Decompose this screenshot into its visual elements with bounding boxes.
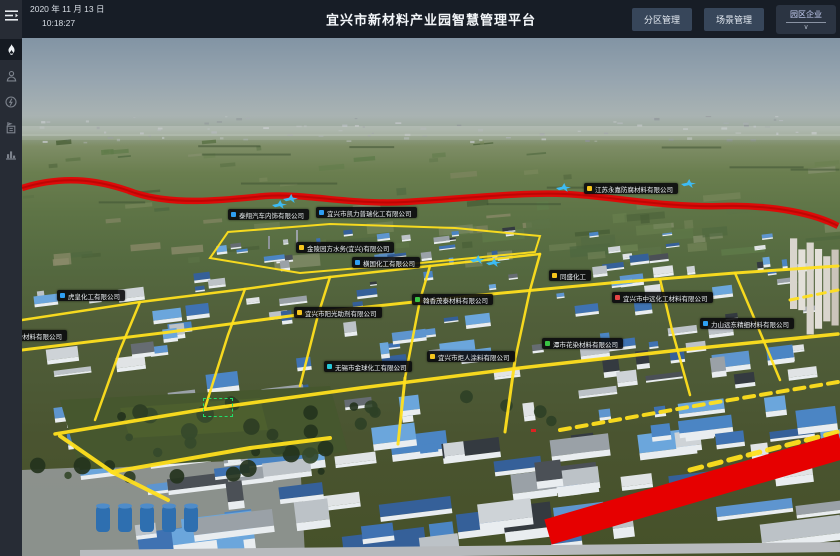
company-label[interactable]: 力山远东精细材料有限公司 xyxy=(700,318,794,329)
selection-box xyxy=(203,398,233,417)
chevron-down-icon: ∨ xyxy=(803,24,808,32)
company-marker-icon xyxy=(231,212,236,217)
company-marker-icon xyxy=(299,245,304,250)
building-tool-button[interactable] xyxy=(0,117,22,138)
company-label[interactable]: 宜兴市凯力普瑞化工有限公司 xyxy=(316,207,417,218)
company-marker-icon xyxy=(587,186,592,191)
date-text: 2020 年 11 月 13 日 xyxy=(30,4,105,15)
left-toolbar xyxy=(0,0,22,556)
building-icon xyxy=(5,122,17,134)
company-label[interactable]: 虎皇化工有限公司 xyxy=(57,290,125,301)
time-text: 10:18:27 xyxy=(42,18,105,29)
company-marker-icon xyxy=(415,297,420,302)
app-window: 2020 年 11 月 13 日 10:18:27 宜兴市新材料产业园智慧管理平… xyxy=(0,0,840,556)
company-label[interactable]: 无锡市金球化工有限公司 xyxy=(324,361,412,372)
company-marker-icon xyxy=(545,341,550,346)
company-marker-icon xyxy=(60,293,65,298)
bar-chart-icon xyxy=(5,148,17,160)
company-marker-icon xyxy=(297,310,302,315)
bar-chart-tool-button[interactable] xyxy=(0,143,22,164)
dropdown-label: 园区企业 xyxy=(786,8,826,23)
energy-tool-button[interactable] xyxy=(0,91,22,112)
page-title: 宜兴市新材料产业园智慧管理平台 xyxy=(326,10,536,29)
company-label[interactable]: 潭市花染材料有限公司 xyxy=(542,338,623,349)
park-enterprises-dropdown[interactable]: 园区企业 ∨ xyxy=(776,5,836,34)
user-tool-button[interactable] xyxy=(0,65,22,86)
company-label[interactable]: 宜兴市阳光助剂有限公司 xyxy=(294,307,382,318)
top-header: 2020 年 11 月 13 日 10:18:27 宜兴市新材料产业园智慧管理平… xyxy=(22,0,840,38)
company-label[interactable]: 同盛化工 xyxy=(549,270,591,281)
company-marker-icon xyxy=(552,273,557,278)
user-icon xyxy=(6,70,17,82)
fire-icon xyxy=(6,43,17,56)
header-actions: 分区管理 场景管理 园区企业 ∨ xyxy=(632,0,836,38)
scene-management-button[interactable]: 场景管理 xyxy=(704,8,764,31)
zone-management-button[interactable]: 分区管理 xyxy=(632,8,692,31)
company-label[interactable]: 横国化工有限公司 xyxy=(352,257,420,268)
company-marker-icon xyxy=(430,354,435,359)
company-marker-icon xyxy=(703,321,708,326)
fire-tool-button[interactable] xyxy=(0,39,22,60)
company-label[interactable]: 金陵园方水务(宜兴)有限公司 xyxy=(296,242,394,253)
company-label[interactable]: 泰翔汽车内饰有限公司 xyxy=(228,209,309,220)
company-label[interactable]: 宜兴市中远化工材料有限公司 xyxy=(612,292,713,303)
company-marker-icon xyxy=(319,210,324,215)
company-marker-icon xyxy=(327,364,332,369)
company-marker-icon xyxy=(615,295,620,300)
company-label[interactable]: 翰香茂泰材料有限公司 xyxy=(412,294,493,305)
menu-icon[interactable] xyxy=(0,5,22,25)
company-marker-icon xyxy=(355,260,360,265)
company-label[interactable]: 江苏永嘉防腐材料有限公司 xyxy=(584,183,678,194)
datetime: 2020 年 11 月 13 日 10:18:27 xyxy=(30,4,105,29)
energy-icon xyxy=(5,96,17,108)
company-label[interactable]: 宜兴市炬人涂料有限公司 xyxy=(427,351,515,362)
